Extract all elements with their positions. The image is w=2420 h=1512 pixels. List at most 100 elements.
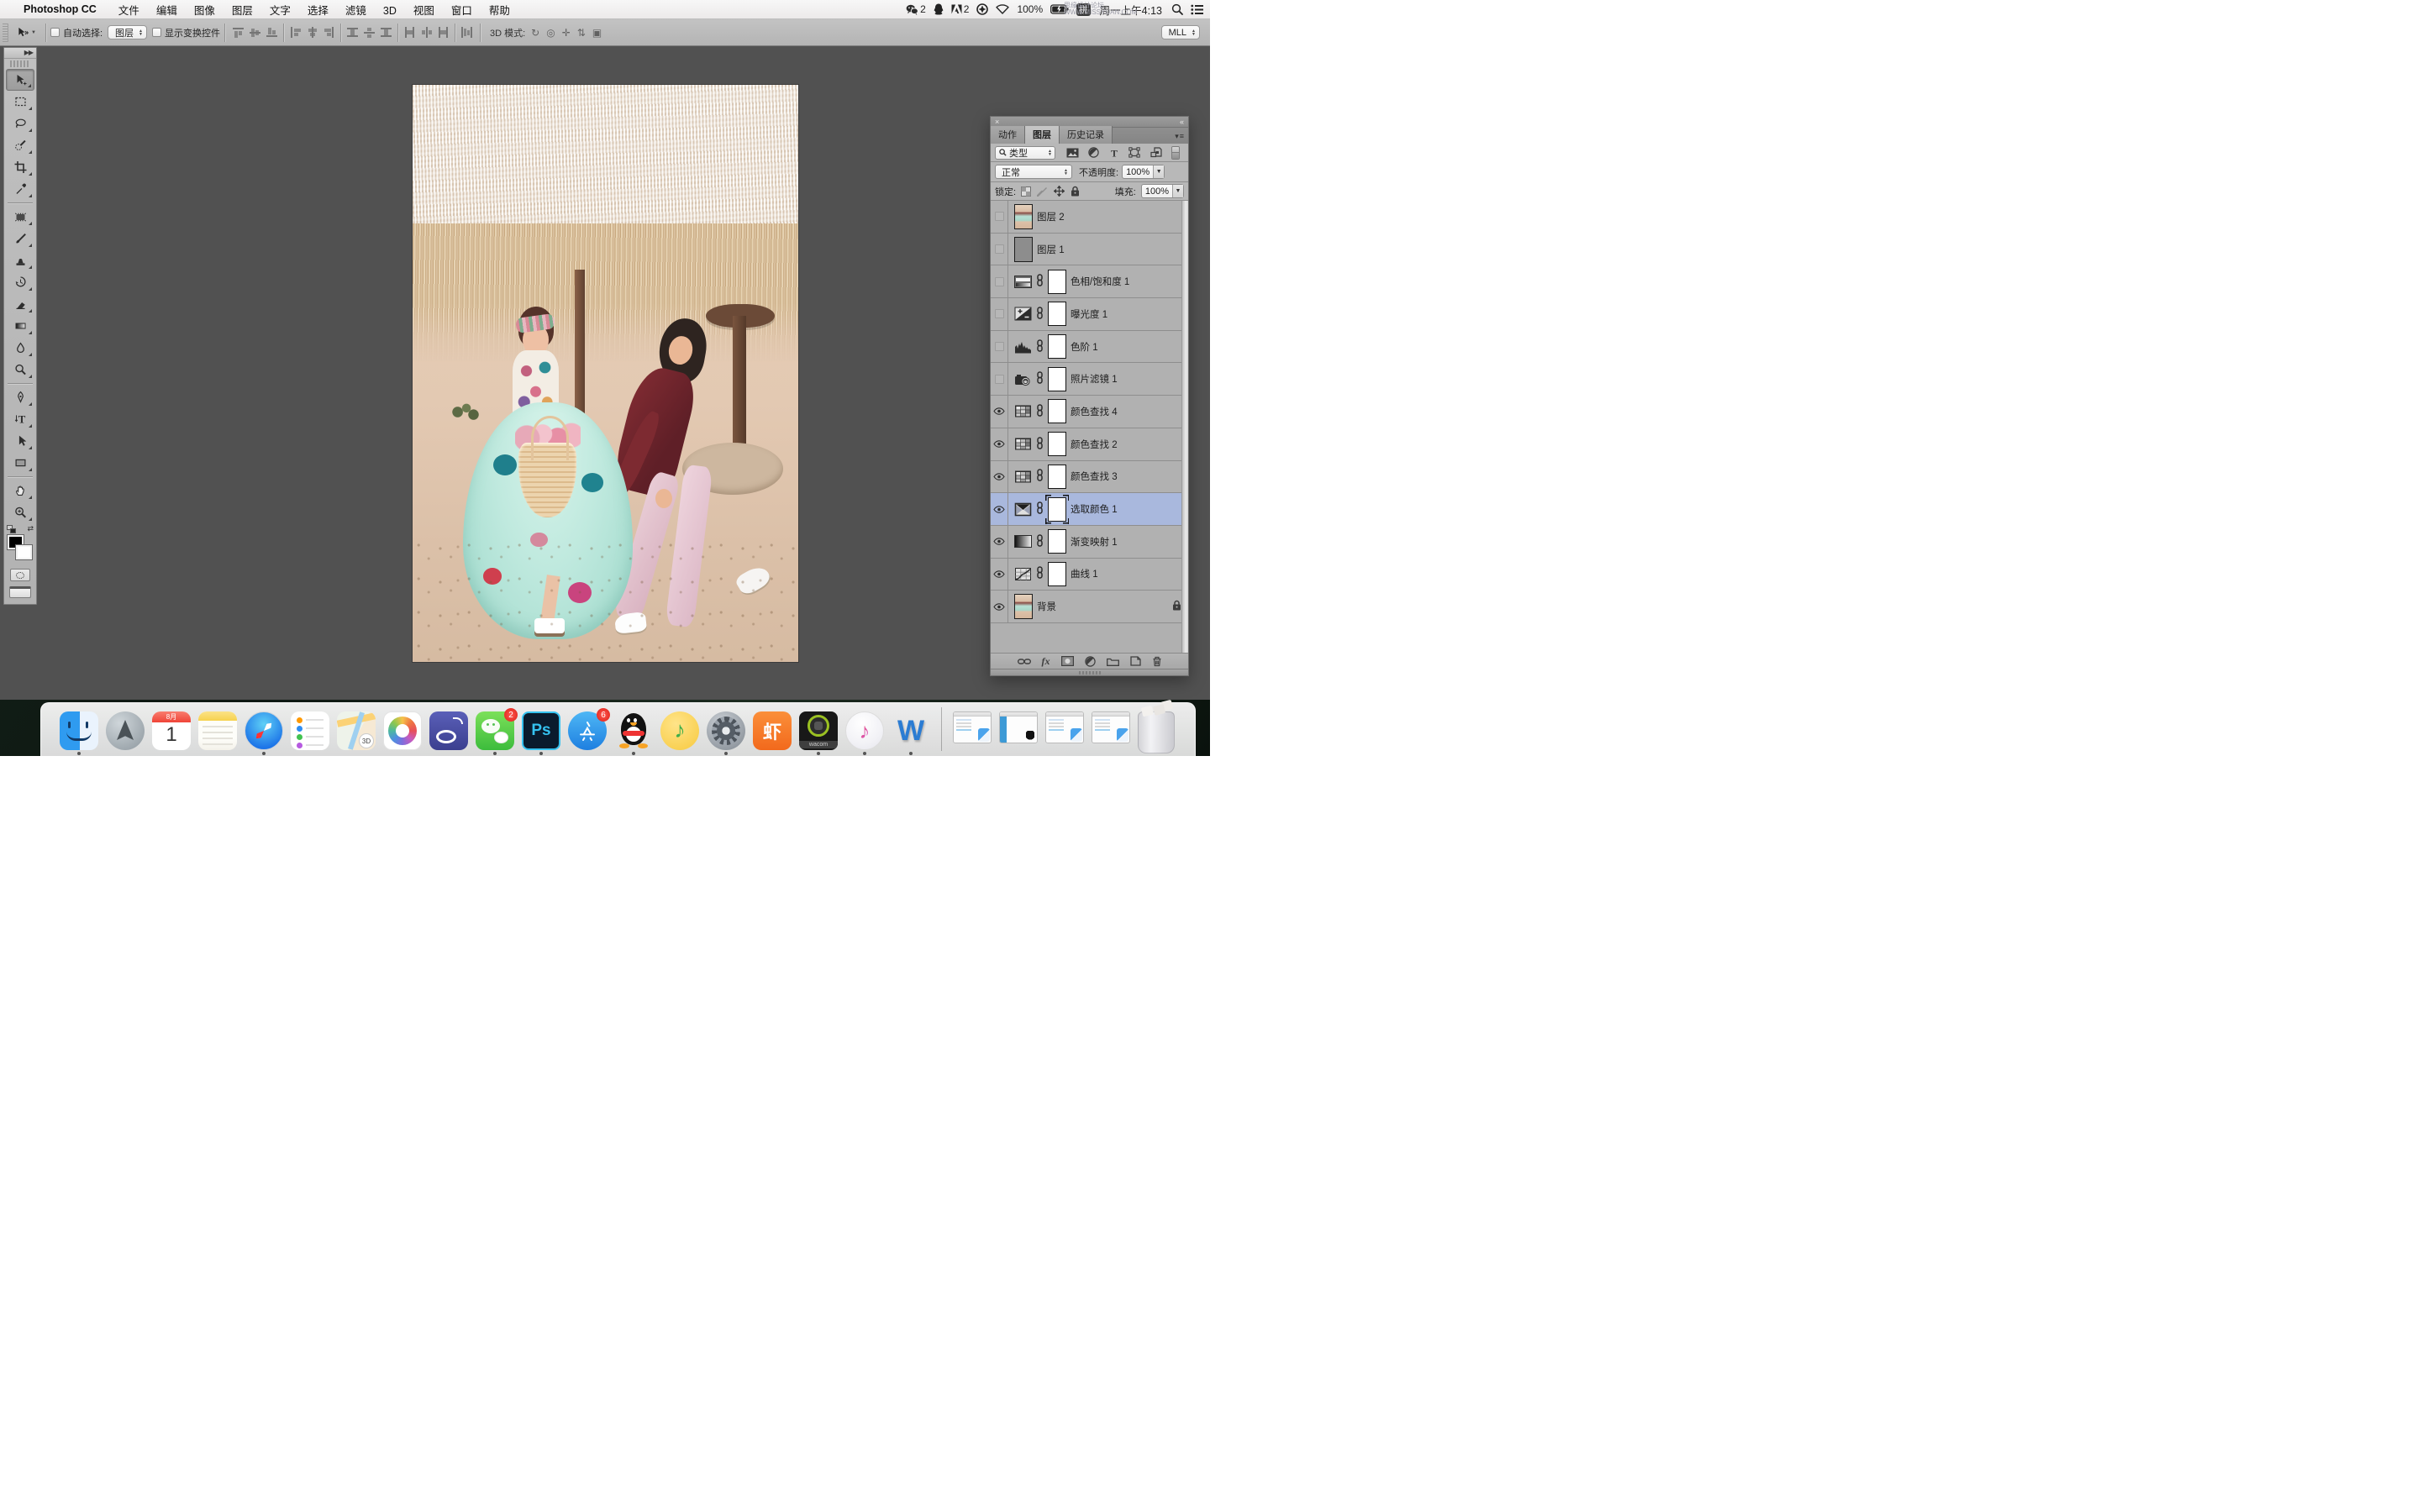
dock-itunes[interactable]: ♪ — [845, 711, 884, 750]
camera-icon[interactable]: ▣ — [592, 27, 602, 39]
dock-launchpad[interactable] — [106, 711, 145, 750]
opacity-field[interactable]: 100%▼ — [1122, 165, 1165, 179]
dock-wechat[interactable]: 2 — [476, 711, 514, 750]
tab-历史记录[interactable]: 历史记录 — [1060, 126, 1113, 144]
lookup-adjustment-icon[interactable] — [1014, 470, 1032, 484]
lock-transparency-icon[interactable] — [1021, 186, 1031, 197]
link-layers-icon[interactable] — [1018, 658, 1031, 665]
align-button-12[interactable] — [436, 25, 450, 39]
visibility-toggle-empty[interactable] — [991, 201, 1008, 233]
filter-smart-objects-icon[interactable] — [1150, 147, 1162, 158]
canvas-photo[interactable] — [413, 85, 798, 662]
lookup-adjustment-icon[interactable] — [1014, 404, 1032, 418]
default-colors-icon[interactable] — [7, 525, 17, 533]
drag-icon[interactable]: ✛ — [562, 27, 571, 39]
layer-mask-thumbnail[interactable] — [1048, 367, 1066, 391]
delete-layer-icon[interactable] — [1152, 656, 1162, 667]
layer-name[interactable]: 颜色查找 4 — [1071, 405, 1118, 418]
layer-name[interactable]: 渐变映射 1 — [1071, 535, 1118, 549]
layer-name[interactable]: 颜色查找 2 — [1071, 438, 1118, 451]
layer-name[interactable]: 色相/饱和度 1 — [1071, 275, 1129, 288]
qq-status-icon[interactable] — [934, 3, 944, 15]
layer-row-曝光度 1[interactable]: 曝光度 1 — [991, 298, 1188, 331]
visibility-toggle-empty[interactable] — [991, 234, 1008, 265]
workspace-select[interactable]: MLL ▲▼ — [1161, 25, 1200, 39]
new-group-icon[interactable] — [1107, 657, 1119, 666]
dodge-tool[interactable] — [6, 359, 34, 381]
lock-pixels-icon[interactable] — [1037, 186, 1048, 197]
align-button-4[interactable] — [288, 25, 302, 39]
menu-视图[interactable]: 视图 — [405, 5, 443, 17]
zoom-tool[interactable] — [6, 501, 34, 523]
auto-select-target-select[interactable]: 图层 ▲▼ — [108, 25, 147, 39]
visibility-toggle-empty[interactable] — [991, 363, 1008, 395]
panel-resize-grip[interactable] — [991, 669, 1188, 675]
visibility-eye-icon[interactable] — [991, 428, 1008, 460]
quick-mask-button[interactable] — [10, 569, 30, 581]
layer-row-渐变映射 1[interactable]: 渐变映射 1 — [991, 526, 1188, 559]
filter-adjustment-layers-icon[interactable] — [1088, 147, 1099, 158]
shape-tool[interactable] — [6, 452, 34, 474]
layer-name[interactable]: 选取颜色 1 — [1071, 502, 1118, 516]
lookup-adjustment-icon[interactable] — [1014, 437, 1032, 451]
dock-calendar[interactable]: 8月1 — [152, 711, 191, 750]
type-tool[interactable]: T — [6, 408, 34, 430]
new-adjustment-layer-icon[interactable] — [1085, 656, 1096, 667]
menu-图像[interactable]: 图像 — [186, 5, 224, 17]
menu-3D[interactable]: 3D — [375, 5, 405, 17]
layer-thumbnail[interactable] — [1014, 204, 1033, 229]
layer-row-图层 2[interactable]: 图层 2 — [991, 201, 1188, 234]
align-button-6[interactable] — [322, 25, 336, 39]
dock-photos[interactable] — [383, 711, 422, 750]
blur-tool[interactable] — [6, 337, 34, 359]
screen-mode-button[interactable] — [9, 586, 31, 598]
lock-all-icon[interactable] — [1071, 186, 1080, 197]
notification-center-icon[interactable] — [1191, 4, 1203, 15]
layer-row-颜色查找 4[interactable]: 颜色查找 4 — [991, 396, 1188, 428]
photofilter-adjustment-icon[interactable] — [1014, 372, 1032, 386]
layer-mask-thumbnail[interactable] — [1048, 497, 1066, 522]
fill-field[interactable]: 100%▼ — [1141, 184, 1184, 198]
ime-indicator[interactable]: 拼 — [1076, 3, 1091, 16]
visibility-eye-icon[interactable] — [991, 559, 1008, 591]
align-button-3[interactable] — [265, 25, 279, 39]
marquee-tool[interactable] — [6, 91, 34, 113]
visibility-eye-icon[interactable] — [991, 493, 1008, 525]
menu-文件[interactable]: 文件 — [110, 5, 148, 17]
panel-menu-icon[interactable]: ▾≡ — [1175, 132, 1185, 141]
layer-mask-thumbnail[interactable] — [1048, 529, 1066, 554]
layer-mask-thumbnail[interactable] — [1048, 562, 1066, 586]
dock-weibo[interactable] — [429, 711, 468, 750]
layer-row-照片滤镜 1[interactable]: 照片滤镜 1 — [991, 363, 1188, 396]
dock-minimized-finder-window-2[interactable] — [1045, 711, 1084, 750]
layer-row-颜色查找 3[interactable]: 颜色查找 3 — [991, 461, 1188, 494]
selective-adjustment-icon[interactable] — [1014, 502, 1032, 517]
align-button-5[interactable] — [305, 25, 319, 39]
app-title[interactable]: Photoshop CC — [24, 3, 97, 15]
wechat-status-icon[interactable]: 2 — [906, 3, 926, 15]
dock-finder[interactable] — [60, 711, 98, 750]
dock-minimized-finder-window-1[interactable] — [953, 711, 992, 750]
align-button-10[interactable] — [402, 25, 417, 39]
layer-row-背景[interactable]: 背景 — [991, 591, 1188, 623]
visibility-toggle-empty[interactable] — [991, 298, 1008, 330]
clone-stamp-tool[interactable] — [6, 249, 34, 271]
dock-qq[interactable] — [614, 711, 653, 750]
dock-minimized-finder-window-3[interactable] — [1092, 711, 1130, 750]
options-grip[interactable] — [3, 24, 8, 42]
preset-dropdown-arrow[interactable]: ▼ — [31, 31, 36, 34]
layer-filter-select[interactable]: 类型 ▲▼ — [995, 146, 1055, 160]
layer-mask-thumbnail[interactable] — [1048, 270, 1066, 294]
lock-position-icon[interactable] — [1054, 186, 1065, 197]
layer-mask-thumbnail[interactable] — [1048, 465, 1066, 489]
layer-name[interactable]: 照片滤镜 1 — [1071, 372, 1118, 386]
layer-name[interactable]: 颜色查找 3 — [1071, 470, 1118, 483]
huesat-adjustment-icon[interactable] — [1014, 275, 1032, 289]
align-button-8[interactable] — [362, 25, 376, 39]
show-transform-checkbox[interactable] — [152, 28, 161, 37]
roll-icon[interactable]: ◎ — [546, 27, 555, 39]
layer-thumbnail[interactable] — [1014, 594, 1033, 619]
layer-row-颜色查找 2[interactable]: 颜色查找 2 — [991, 428, 1188, 461]
new-layer-icon[interactable] — [1130, 656, 1141, 666]
layer-name[interactable]: 背景 — [1037, 600, 1056, 613]
